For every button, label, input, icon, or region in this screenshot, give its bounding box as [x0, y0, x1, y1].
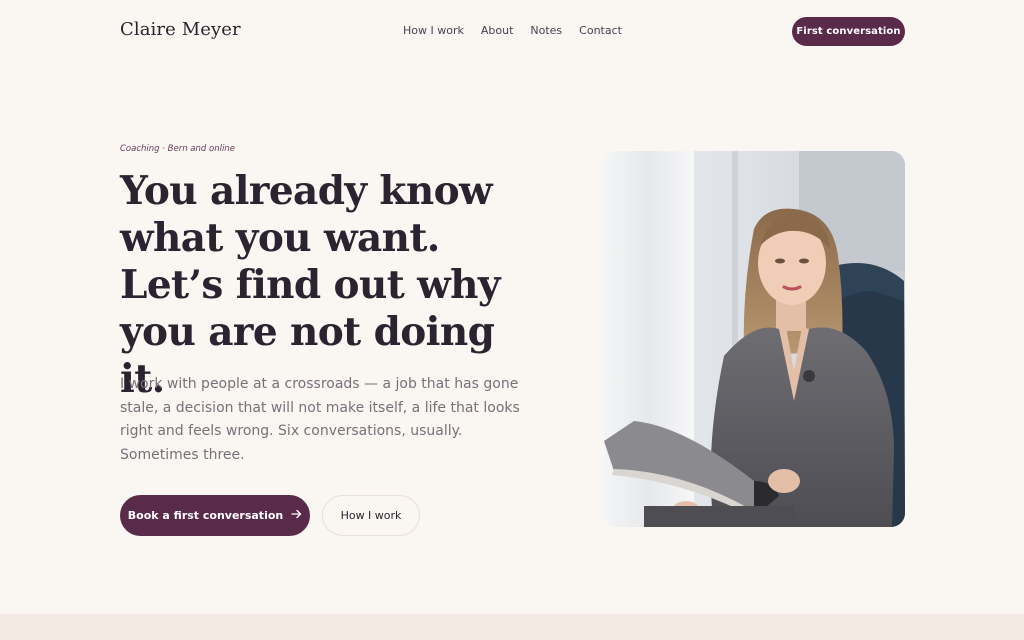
hero-portrait-photo — [604, 151, 905, 527]
main-nav: How I work About Notes Contact — [403, 24, 639, 37]
how-i-work-button[interactable]: How I work — [322, 495, 420, 536]
arrow-right-icon — [291, 509, 302, 522]
nav-link-notes[interactable]: Notes — [530, 24, 562, 37]
nav-link-how-i-work[interactable]: How I work — [403, 24, 464, 37]
hero-headline: You already know what you want. Let’s fi… — [120, 168, 501, 402]
nav-link-about[interactable]: About — [481, 24, 514, 37]
nav-link-contact[interactable]: Contact — [579, 24, 622, 37]
hero-lede: I work with people at a crossroads — a j… — [120, 376, 520, 463]
hero-eyebrow: Coaching · Bern and online — [120, 144, 235, 154]
first-conversation-button[interactable]: First conversation — [792, 17, 905, 46]
book-conversation-button[interactable]: Book a first conversation — [120, 495, 310, 536]
brand-logo[interactable]: Claire Meyer — [120, 19, 241, 40]
site-header: Claire Meyer How I work About Notes Cont… — [0, 0, 1024, 62]
footer-band — [0, 614, 1024, 640]
book-conversation-label: Book a first conversation — [127, 509, 284, 522]
